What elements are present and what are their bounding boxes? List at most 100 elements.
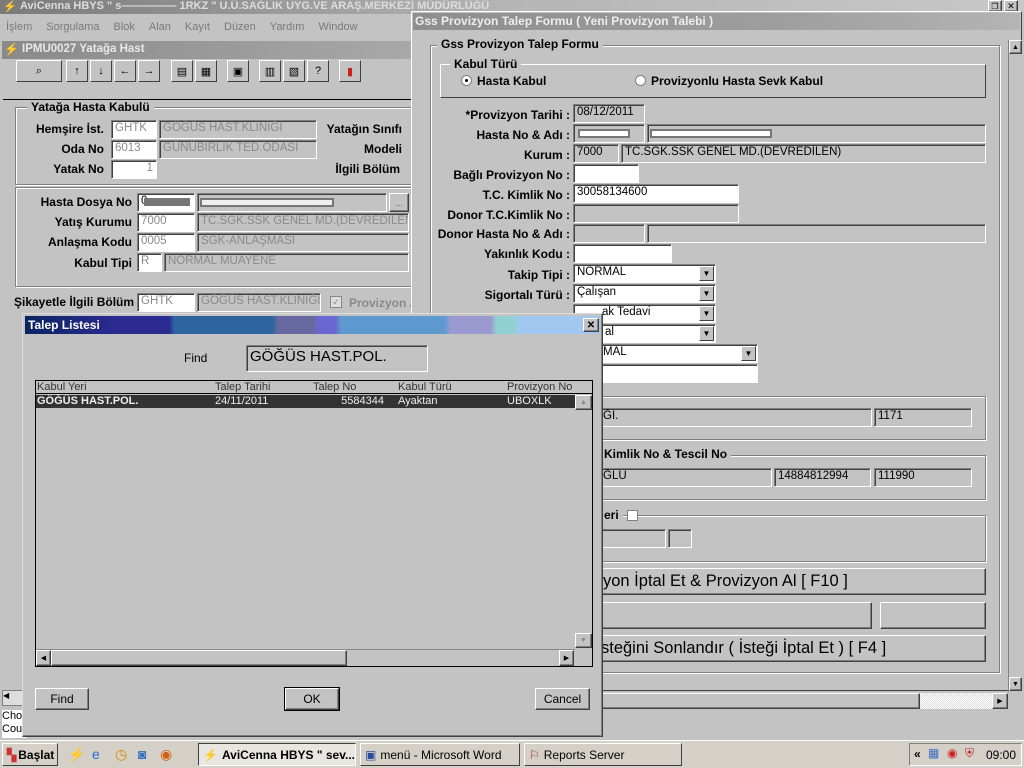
list-hscroll[interactable]: ◀ ▶ xyxy=(36,649,575,666)
radio-dot xyxy=(465,79,468,82)
quicklaunch-avicenna-icon[interactable]: ⚡ xyxy=(68,746,85,763)
anlasma-code[interactable]: 0005 xyxy=(137,233,195,252)
toolbar-help-icon[interactable]: ? xyxy=(307,60,329,82)
dosya-label: Hasta Dosya No xyxy=(40,195,132,209)
gss-hscroll[interactable]: ▶ xyxy=(602,693,1008,709)
quicklaunch-clock-icon[interactable]: ◷ xyxy=(115,746,127,763)
menu-sorgulama[interactable]: Sorgulama xyxy=(46,21,99,33)
list-scroll-down-icon[interactable]: ▼ xyxy=(575,633,592,648)
task-avicenna[interactable]: ⚡ AviCenna HBYS " sev... xyxy=(198,743,356,766)
toolbar-exit-icon[interactable]: ▮ xyxy=(339,60,361,82)
hasta-adi-field xyxy=(647,124,986,143)
find-button[interactable]: Find xyxy=(35,688,89,710)
tc-field[interactable]: 30058134600 xyxy=(573,184,739,203)
menu-duzen[interactable]: Düzen xyxy=(224,21,256,33)
chevron-down-icon[interactable]: ▼ xyxy=(699,286,714,301)
action-button-blank-1[interactable] xyxy=(560,602,872,629)
kabul-tipi-code[interactable]: R xyxy=(137,253,162,272)
scroll-down-icon[interactable]: ▼ xyxy=(1009,677,1022,691)
task-reports-label: Reports Server xyxy=(543,747,625,762)
list-scroll-up-icon[interactable]: ▲ xyxy=(575,395,592,410)
yatis-kurumu-code[interactable]: 7000 xyxy=(137,213,195,232)
group3-checkbox[interactable] xyxy=(627,510,638,521)
start-button[interactable]: ▚ Başlat xyxy=(2,743,58,766)
toolbar-save-icon[interactable]: ▦ xyxy=(195,60,217,82)
toolbar-query-icon[interactable]: ⌕ xyxy=(16,60,62,82)
scroll-up-icon[interactable]: ▲ xyxy=(1009,40,1022,54)
takip-select[interactable]: NORMAL ▼ xyxy=(573,264,716,283)
menu-window[interactable]: Window xyxy=(318,21,357,33)
cancel-button[interactable]: Cancel xyxy=(535,688,590,710)
hemsire-code-field[interactable]: GHTK xyxy=(111,120,157,139)
dialog-close-button[interactable]: ✕ xyxy=(583,318,599,332)
donor-hasta-adi-field xyxy=(647,224,986,243)
sikayet-code[interactable]: GHTK xyxy=(137,293,195,312)
dosya-field[interactable]: 0 xyxy=(137,193,195,212)
yatak-field[interactable]: 1 xyxy=(111,160,157,179)
oda-code-field[interactable]: 6013 xyxy=(111,140,157,159)
yakinlik-field[interactable] xyxy=(573,244,672,263)
chevron-down-icon[interactable]: ▼ xyxy=(741,346,756,361)
tray-expand-icon[interactable]: « xyxy=(914,747,921,761)
toolbar-copy-icon[interactable]: ▥ xyxy=(259,60,281,82)
security-shield-icon[interactable]: ⛨ xyxy=(965,746,974,761)
hasta-no-field[interactable] xyxy=(573,124,645,143)
antivirus-icon[interactable]: ◉ xyxy=(947,746,957,760)
hscroll-thumb[interactable] xyxy=(602,693,920,709)
menu-alan[interactable]: Alan xyxy=(149,21,171,33)
group3-field-2[interactable] xyxy=(668,529,692,548)
sigortali-select[interactable]: Çalışan ▼ xyxy=(573,284,716,303)
gss-vscroll[interactable]: ▲ ▼ xyxy=(1008,40,1022,692)
radio-sevk[interactable] xyxy=(635,75,646,86)
quicklaunch-app-icon[interactable]: ◙ xyxy=(138,746,146,762)
radio-hasta-kabul[interactable] xyxy=(461,75,472,86)
doktor-tescil-field: 111990 xyxy=(874,468,972,487)
task-word-label: menü - Microsoft Word xyxy=(380,747,502,762)
istek-sonlandir-f4-button[interactable]: steğini Sonlandır ( İsteği İptal Et ) [ … xyxy=(560,635,986,662)
col-kabul-turu[interactable]: Kabul Türü xyxy=(398,381,452,393)
talep-list[interactable]: Kabul Yeri Talep Tarihi Talep No Kabul T… xyxy=(35,380,593,667)
quicklaunch-media-icon[interactable]: ◉ xyxy=(160,746,172,763)
network-icon[interactable]: ▦ xyxy=(928,746,939,760)
clock: 09:00 xyxy=(986,748,1017,762)
task-reports[interactable]: ⚐ Reports Server xyxy=(524,743,682,766)
chevron-down-icon[interactable]: ▼ xyxy=(699,326,714,341)
col-talep-no[interactable]: Talep No xyxy=(313,381,356,393)
menu-islem[interactable]: İşlem xyxy=(6,21,32,33)
toolbar-up-icon[interactable]: ↑ xyxy=(66,60,88,82)
list-hscroll-thumb[interactable] xyxy=(51,650,347,666)
list-scroll-left-icon[interactable]: ◀ xyxy=(36,650,51,666)
menu-kayit[interactable]: Kayıt xyxy=(185,21,210,33)
list-scroll-right-icon[interactable]: ▶ xyxy=(559,650,574,666)
table-row[interactable]: GÖĞÜS HAST.POL. 24/11/2011 5584344 Ayakt… xyxy=(36,395,575,408)
donor-hasta-no-field[interactable] xyxy=(573,224,645,243)
menu-blok[interactable]: Blok xyxy=(113,21,134,33)
bagli-field[interactable] xyxy=(573,164,639,183)
provizyon-tarihi-field[interactable]: 08/12/2011 xyxy=(573,104,645,123)
chevron-down-icon[interactable]: ▼ xyxy=(699,266,714,281)
list-vscroll[interactable]: ▲ ▼ xyxy=(575,395,592,648)
action-button-blank-2[interactable] xyxy=(880,602,986,629)
ok-button[interactable]: OK xyxy=(284,687,340,711)
sigortali-label: Sigortalı Türü : xyxy=(484,288,570,302)
left-hscroll[interactable]: ◀ xyxy=(2,690,24,706)
find-field[interactable]: GÖĞÜS HAST.POL. xyxy=(246,345,428,372)
col-kabul-yeri[interactable]: Kabul Yeri xyxy=(37,381,87,393)
provizyon-al-f10-button[interactable]: yon İptal Et & Provizyon Al [ F10 ] xyxy=(560,568,986,595)
toolbar-print-icon[interactable]: ▣ xyxy=(227,60,249,82)
quicklaunch-ie-icon[interactable]: e xyxy=(92,746,100,762)
menu-yardim[interactable]: Yardım xyxy=(270,21,305,33)
toolbar-paste-icon[interactable]: ▧ xyxy=(283,60,305,82)
toolbar-right-icon[interactable]: → xyxy=(138,60,160,82)
lookup-button[interactable]: ... xyxy=(389,193,409,212)
scroll-right-icon[interactable]: ▶ xyxy=(992,693,1008,709)
toolbar-down-icon[interactable]: ↓ xyxy=(90,60,112,82)
toolbar-left-icon[interactable]: ← xyxy=(114,60,136,82)
col-talep-tarihi[interactable]: Talep Tarihi xyxy=(215,381,270,393)
donor-tc-field[interactable] xyxy=(573,204,739,223)
col-provizyon-no[interactable]: Provizyon No xyxy=(507,381,572,393)
toolbar-new-icon[interactable]: ▤ xyxy=(171,60,193,82)
provizyon-checkbox[interactable]: ✓ xyxy=(330,296,342,308)
task-word[interactable]: ▣ menü - Microsoft Word xyxy=(360,743,520,766)
chevron-down-icon[interactable]: ▼ xyxy=(699,306,714,321)
